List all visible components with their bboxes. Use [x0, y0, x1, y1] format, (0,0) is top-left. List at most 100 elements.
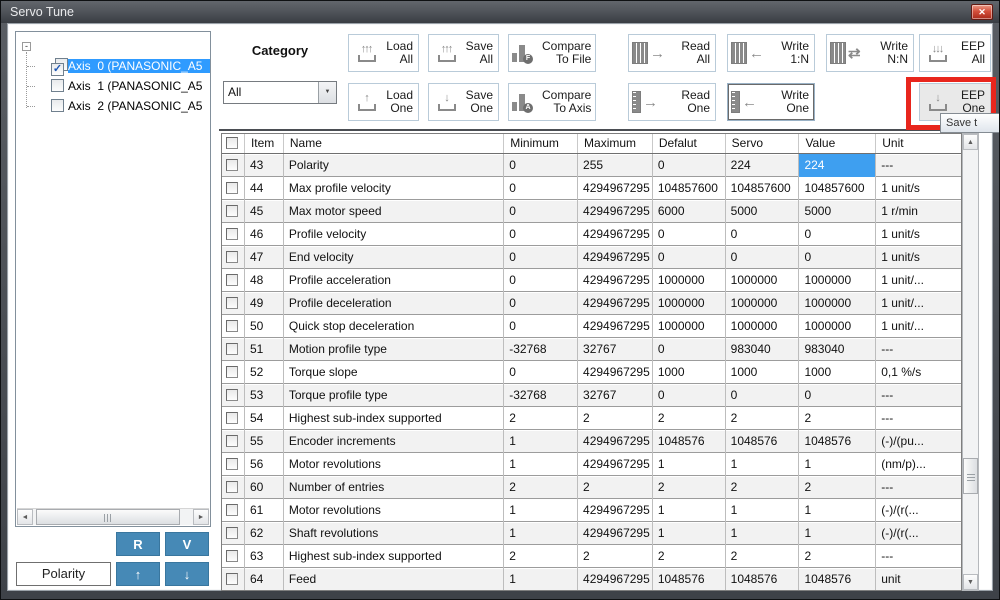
cell-max[interactable]: 4294967295 [578, 361, 653, 384]
cell-servo[interactable]: 224 [726, 154, 800, 177]
row-checkbox[interactable] [222, 269, 245, 292]
cell-min[interactable]: 2 [504, 545, 578, 568]
table-row[interactable]: 56Motor revolutions14294967295111(nm/p).… [222, 453, 961, 476]
cell-max[interactable]: 2 [578, 407, 653, 430]
cell-servo[interactable]: 2 [726, 407, 800, 430]
cell-name[interactable]: Torque profile type [284, 384, 504, 407]
cell-max[interactable]: 4294967295 [578, 200, 653, 223]
cell-value[interactable]: 5000 [799, 200, 876, 223]
scroll-down-icon[interactable]: ▼ [963, 574, 978, 590]
row-checkbox[interactable] [222, 522, 245, 545]
cell-unit[interactable]: (-)/(r(... [876, 522, 961, 545]
header-value[interactable]: Value [799, 134, 876, 153]
cell-name[interactable]: End velocity [284, 246, 504, 269]
cell-def[interactable]: 1048576 [653, 568, 726, 591]
cell-def[interactable]: 1 [653, 522, 726, 545]
row-checkbox[interactable] [222, 407, 245, 430]
category-select[interactable]: All ▼ [223, 81, 337, 104]
table-row[interactable]: 51Motion profile type-327683276709830409… [222, 338, 961, 361]
cell-unit[interactable]: --- [876, 384, 961, 407]
write-1n-button[interactable]: ←Write1:N [727, 34, 815, 72]
cell-servo[interactable]: 1048576 [726, 568, 800, 591]
cell-item[interactable]: 64 [245, 568, 284, 591]
cell-unit[interactable]: --- [876, 154, 961, 177]
cell-value[interactable]: 2 [799, 545, 876, 568]
cell-unit[interactable]: --- [876, 476, 961, 499]
cell-max[interactable]: 4294967295 [578, 223, 653, 246]
cell-name[interactable]: Encoder increments [284, 430, 504, 453]
cell-name[interactable]: Torque slope [284, 361, 504, 384]
scroll-right-icon[interactable]: ► [193, 509, 209, 525]
cell-max[interactable]: 4294967295 [578, 246, 653, 269]
cell-min[interactable]: 0 [504, 269, 578, 292]
cell-def[interactable]: 2 [653, 545, 726, 568]
tree-item-controller[interactable]: [0] COMI-LX554 (EtherCAT [35, 38, 211, 56]
cell-value[interactable]: 983040 [799, 338, 876, 361]
close-button[interactable]: ✕ [971, 4, 993, 20]
cell-value[interactable]: 1000000 [799, 292, 876, 315]
cell-unit[interactable]: --- [876, 407, 961, 430]
select-all-checkbox[interactable] [222, 134, 245, 153]
cell-min[interactable]: -32768 [504, 384, 578, 407]
row-checkbox[interactable] [222, 200, 245, 223]
cell-value[interactable]: 0 [799, 384, 876, 407]
cell-servo[interactable]: 0 [726, 246, 800, 269]
tree-item-axis-2[interactable]: Axis 2 (PANASONIC_A5 [51, 97, 202, 115]
row-checkbox[interactable] [222, 384, 245, 407]
cell-item[interactable]: 55 [245, 430, 284, 453]
row-checkbox[interactable] [222, 223, 245, 246]
read-all-button[interactable]: →ReadAll [628, 34, 716, 72]
table-row[interactable]: 43Polarity02550224224--- [222, 154, 961, 177]
row-checkbox[interactable] [222, 568, 245, 591]
row-checkbox[interactable] [222, 246, 245, 269]
table-row[interactable]: 46Profile velocity042949672950001 unit/s [222, 223, 961, 246]
row-checkbox[interactable] [222, 453, 245, 476]
cell-value[interactable]: 1 [799, 453, 876, 476]
cell-value[interactable]: 1048576 [799, 568, 876, 591]
cell-servo[interactable]: 1000 [726, 361, 800, 384]
cell-name[interactable]: Highest sub-index supported [284, 545, 504, 568]
cell-min[interactable]: 1 [504, 568, 578, 591]
header-minimum[interactable]: Minimum [504, 134, 578, 153]
cell-name[interactable]: Profile velocity [284, 223, 504, 246]
cell-max[interactable]: 255 [578, 154, 653, 177]
compare-to-axis-button[interactable]: ACompareTo Axis [508, 83, 596, 121]
cell-name[interactable]: Highest sub-index supported [284, 407, 504, 430]
cell-servo[interactable]: 5000 [726, 200, 800, 223]
header-servo[interactable]: Servo [726, 134, 800, 153]
row-checkbox[interactable] [222, 292, 245, 315]
cell-def[interactable]: 1000000 [653, 292, 726, 315]
table-row[interactable]: 61Motor revolutions14294967295111(-)/(r(… [222, 499, 961, 522]
cell-def[interactable]: 0 [653, 223, 726, 246]
header-item[interactable]: Item [245, 134, 284, 153]
cell-value[interactable]: 1000000 [799, 315, 876, 338]
table-vertical-scrollbar[interactable]: ▲ ▼ [962, 133, 979, 591]
cell-name[interactable]: Profile acceleration [284, 269, 504, 292]
cell-max[interactable]: 4294967295 [578, 177, 653, 200]
cell-min[interactable]: 0 [504, 223, 578, 246]
cell-min[interactable]: 0 [504, 292, 578, 315]
cell-item[interactable]: 47 [245, 246, 284, 269]
cell-unit[interactable]: 1 r/min [876, 200, 961, 223]
cell-min[interactable]: 2 [504, 407, 578, 430]
cell-min[interactable]: 0 [504, 361, 578, 384]
table-row[interactable]: 50Quick stop deceleration042949672951000… [222, 315, 961, 338]
cell-unit[interactable]: (nm/p)... [876, 453, 961, 476]
cell-servo[interactable]: 1000000 [726, 315, 800, 338]
cell-name[interactable]: Number of entries [284, 476, 504, 499]
cell-item[interactable]: 62 [245, 522, 284, 545]
eep-all-button[interactable]: ↓↓↓EEPAll [919, 34, 991, 72]
cell-value[interactable]: 224 [799, 154, 876, 177]
table-row[interactable]: 62Shaft revolutions14294967295111(-)/(r(… [222, 522, 961, 545]
write-nn-button[interactable]: ⇄WriteN:N [826, 34, 914, 72]
cell-min[interactable]: 0 [504, 154, 578, 177]
tree-item-axis-0[interactable]: ✓Axis 0 (PANASONIC_A5 [51, 57, 211, 75]
cell-name[interactable]: Feed [284, 568, 504, 591]
cell-name[interactable]: Motion profile type [284, 338, 504, 361]
cell-name[interactable]: Polarity [284, 154, 504, 177]
chevron-down-icon[interactable]: ▼ [318, 82, 336, 103]
table-row[interactable]: 55Encoder increments14294967295104857610… [222, 430, 961, 453]
tree-expander-icon[interactable]: - [22, 42, 31, 51]
row-checkbox[interactable] [222, 154, 245, 177]
compare-to-file-button[interactable]: FCompareTo File [508, 34, 596, 72]
